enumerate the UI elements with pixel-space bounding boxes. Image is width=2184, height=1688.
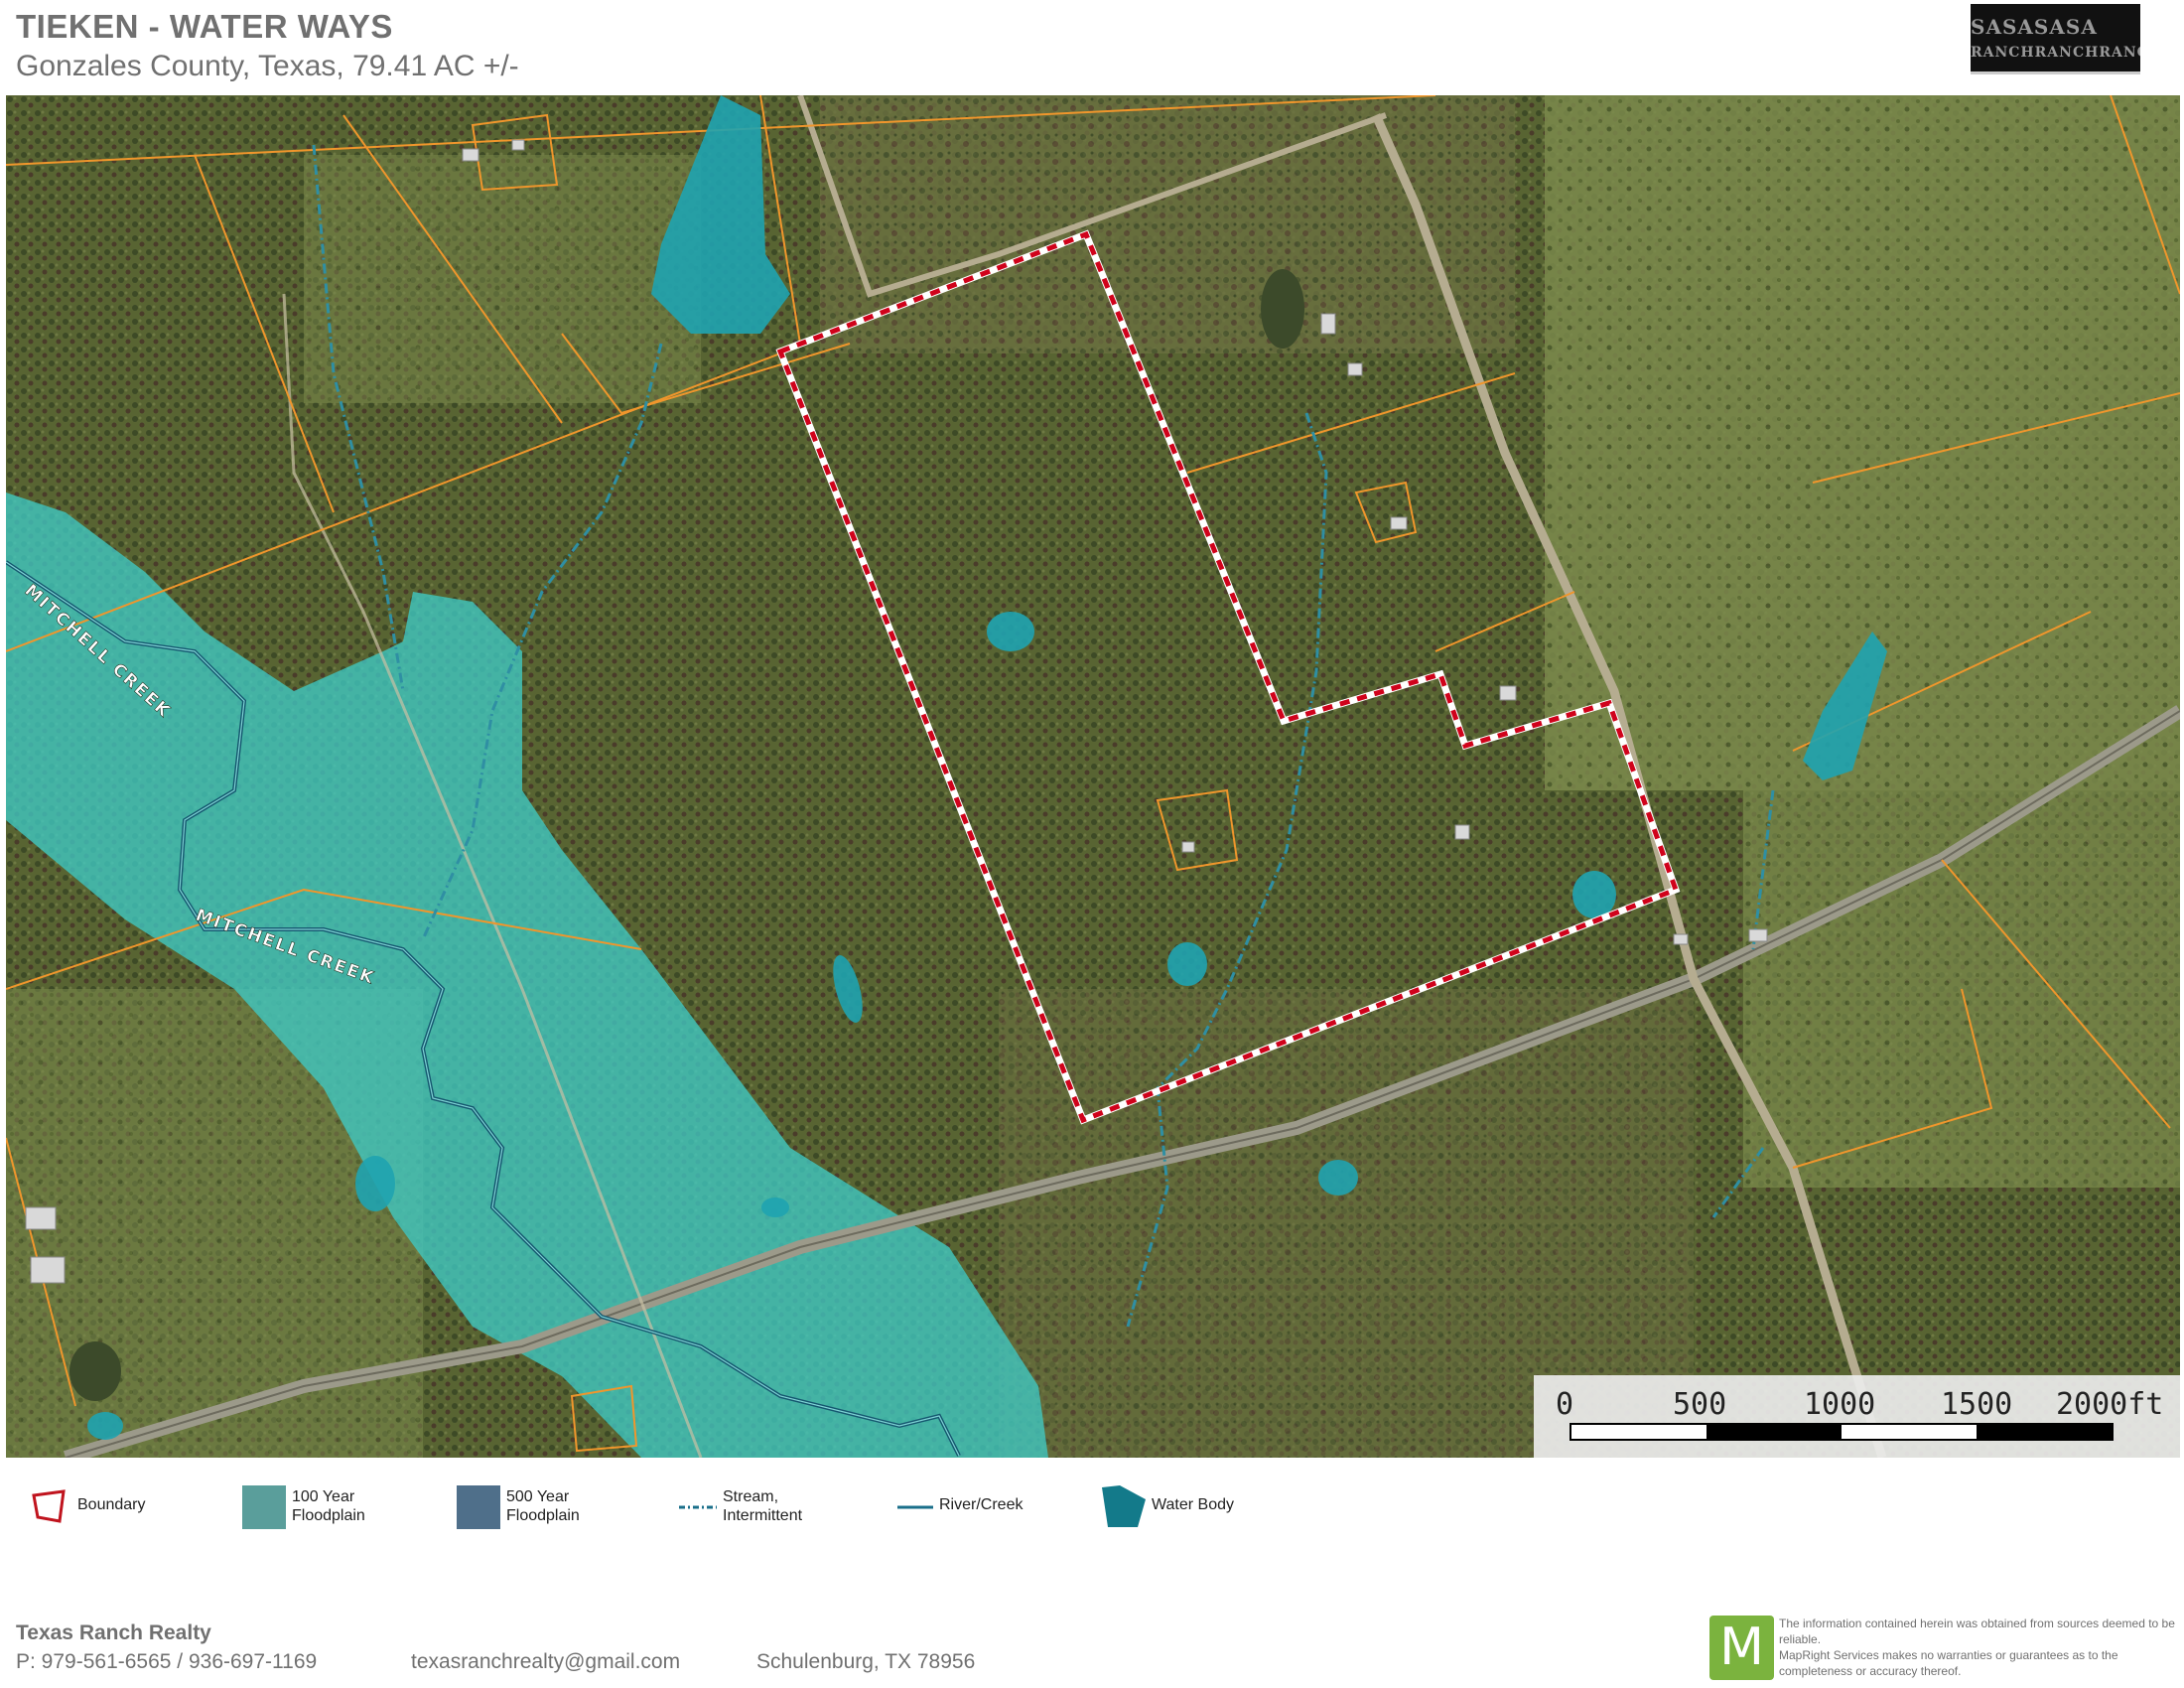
mapright-logo: M <box>1709 1616 1774 1680</box>
scale-tick-1000: 1000 <box>1804 1387 1876 1422</box>
stock-tank-southwest <box>69 1341 121 1401</box>
legend-water-body-label: Water Body <box>1152 1496 1234 1513</box>
river-swatch-icon <box>897 1505 933 1509</box>
legend-100-year-label: 100 Year Floodplain <box>292 1488 365 1524</box>
ranch-logo: SASASASA RANCHRANCHRANCH <box>1971 4 2140 74</box>
legend-500-year-label: 500 Year Floodplain <box>506 1488 580 1524</box>
footer-email[interactable]: texasranchrealty@gmail.com <box>411 1650 680 1674</box>
logo-underline <box>1971 71 2140 74</box>
map-subtitle: Gonzales County, Texas, 79.41 AC +/- <box>16 50 519 82</box>
scale-bar: 0 500 1000 1500 2000ft <box>1534 1375 2180 1458</box>
legend-river-label: River/Creek <box>939 1496 1024 1513</box>
logo-text-bottom: RANCHRANCHRANCH <box>1971 45 2140 61</box>
mapright-logo-letter: M <box>1719 1618 1764 1677</box>
scale-bar-graphic <box>1570 1423 2114 1441</box>
map-title: TIEKEN - WATER WAYS <box>16 8 393 45</box>
stream-swatch-icon <box>679 1505 717 1509</box>
pasture-west <box>304 155 701 403</box>
map-canvas: MITCHELL CREEK MITCHELL CREEK <box>6 95 2180 1458</box>
boundary-swatch-icon <box>32 1489 66 1523</box>
legend-stream-label: Stream, Intermittent <box>723 1488 803 1524</box>
map-legend: Boundary 100 Year Floodplain 500 Year Fl… <box>0 1468 2184 1567</box>
aerial-map[interactable]: MITCHELL CREEK MITCHELL CREEK <box>6 95 2180 1458</box>
footer-disclaimer: The information contained herein was obt… <box>1779 1617 2175 1678</box>
scale-segment-dark-1 <box>1706 1425 1842 1439</box>
footer-company-name: Texas Ranch Realty <box>16 1621 211 1644</box>
floodplain-100-swatch-icon <box>242 1485 286 1529</box>
logo-text-top: SASASASA <box>1971 15 2098 39</box>
floodplain-500-swatch-icon <box>457 1485 500 1529</box>
scale-tick-0: 0 <box>1556 1387 1574 1422</box>
scale-tick-1500: 1500 <box>1941 1387 2013 1422</box>
scale-tick-500: 500 <box>1673 1387 1727 1422</box>
legend-boundary-label: Boundary <box>77 1496 146 1513</box>
scale-tick-2000ft: 2000ft <box>2056 1387 2164 1422</box>
water-body-swatch-icon <box>1102 1485 1146 1527</box>
footer-phone: P: 979-561-6565 / 936-697-1169 <box>16 1650 318 1673</box>
scale-segment-dark-2 <box>1977 1425 2112 1439</box>
woodland-zone-north <box>820 95 1515 353</box>
stock-tank <box>1261 269 1304 349</box>
footer-address: Schulenburg, TX 78956 <box>756 1650 976 1673</box>
